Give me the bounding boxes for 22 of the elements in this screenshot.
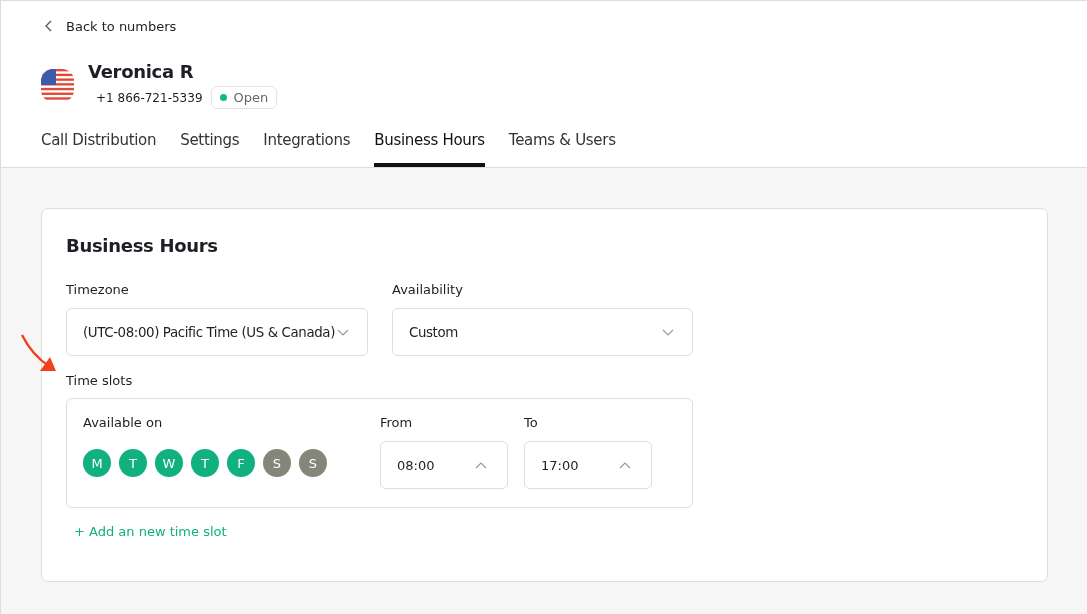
- tab[interactable]: Teams & Users: [508, 127, 616, 167]
- field-label: To: [524, 415, 539, 430]
- day-toggle[interactable]: S: [263, 449, 291, 477]
- phone-number: +1 866-721-5339: [96, 90, 203, 105]
- tab[interactable]: Integrations: [263, 127, 351, 167]
- field-label: Available on: [83, 415, 164, 430]
- tab[interactable]: Call Distribution: [41, 127, 157, 167]
- time-picker[interactable]: 08:00: [380, 441, 508, 489]
- tab[interactable]: Settings: [180, 127, 240, 167]
- field-label: From: [380, 415, 414, 430]
- field-label: Timezone: [66, 282, 130, 297]
- field-label: Availability: [392, 282, 464, 297]
- status-label: Open: [233, 90, 269, 105]
- back-link[interactable]: Back to numbers: [41, 18, 177, 34]
- day-toggle[interactable]: S: [299, 449, 327, 477]
- field-label: Time slots: [66, 373, 134, 388]
- tab[interactable]: Business Hours: [374, 127, 485, 167]
- availability-dropdown[interactable]: Custom: [392, 308, 693, 356]
- card-title: Business Hours: [66, 235, 219, 256]
- number-name: Veronica R: [88, 61, 195, 82]
- time-picker[interactable]: 17:00: [524, 441, 652, 489]
- timezone-dropdown[interactable]: (UTC-08:00) Pacific Time (US & Canada): [66, 308, 368, 356]
